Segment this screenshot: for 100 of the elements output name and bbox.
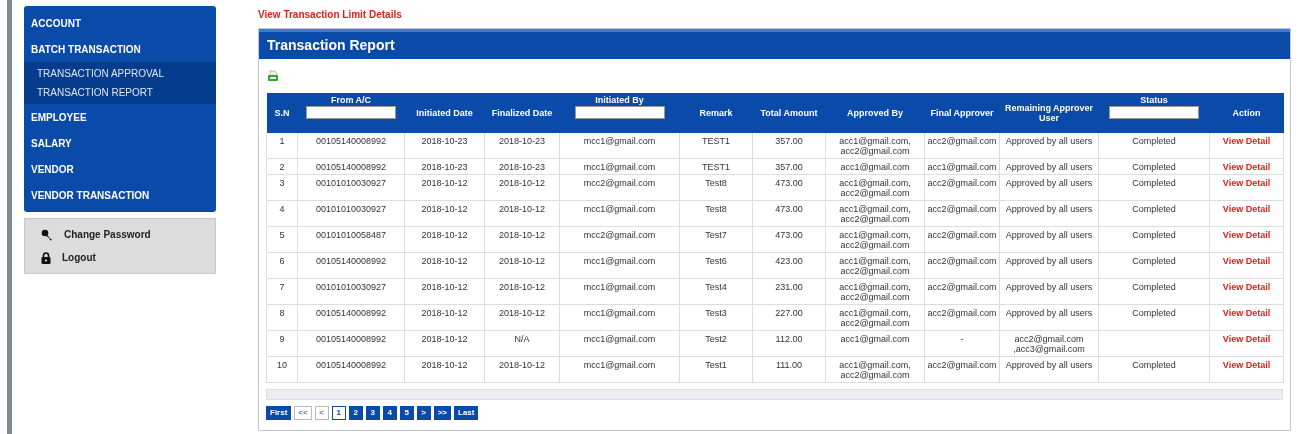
table-cell: 00105140008992 (315, 162, 387, 172)
table-cell: mcc1@gmail.com (583, 308, 656, 318)
column-label: Initiated By (594, 95, 645, 105)
page-button[interactable]: 4 (382, 406, 397, 420)
table-cell: 2018-10-12 (498, 256, 545, 266)
page-button[interactable]: 3 (365, 406, 380, 420)
submenu-item[interactable]: TRANSACTION APPROVAL (24, 64, 216, 83)
menu-item[interactable]: SALARY (24, 130, 216, 156)
horizontal-scrollbar[interactable] (266, 389, 1283, 400)
table-cell: 2018-10-12 (498, 360, 545, 370)
column-label: S.N (273, 108, 291, 118)
table-cell: acc2@gmail.com ,acc3@gmail.com (1013, 334, 1085, 354)
table-cell-text: acc1@gmail.com, acc2@gmail.com (838, 308, 912, 328)
table-cell: 2018-10-23 (421, 136, 468, 146)
view-detail-link[interactable]: View Detail (1222, 178, 1271, 188)
column-label: Approved By (846, 108, 904, 118)
table-cell: acc2@gmail.com (927, 282, 997, 292)
menu-item[interactable]: VENDOR TRANSACTION (24, 182, 216, 208)
table-cell: 2018-10-12 (421, 178, 468, 188)
table-cell-text: acc1@gmail.com, acc2@gmail.com (838, 204, 912, 224)
page-button[interactable]: 2 (348, 406, 363, 420)
page-button[interactable]: Last (454, 406, 479, 420)
account-link[interactable]: Logout (62, 250, 96, 265)
column-label: Initiated Date (415, 108, 474, 118)
table-cell-text: acc1@gmail.com, acc2@gmail.com (838, 136, 912, 156)
view-detail-link[interactable]: View Detail (1222, 162, 1271, 172)
view-detail-link[interactable]: View Detail (1222, 204, 1271, 214)
page-button[interactable]: First (266, 406, 292, 420)
view-detail-link[interactable]: View Detail (1222, 308, 1271, 318)
table-cell: 2018-10-12 (498, 204, 545, 214)
table-cell: 00101010058487 (315, 230, 387, 240)
table-cell: 2018-10-12 (498, 282, 545, 292)
table-cell: Test1 (705, 360, 727, 370)
table-cell: 8 (279, 308, 285, 318)
page-button[interactable]: 1 (331, 406, 346, 420)
filter-field[interactable] (1109, 106, 1199, 119)
table-cell: 357.00 (775, 162, 803, 172)
column-label: Remaining Approver User (1003, 103, 1095, 123)
table-cell: TEST1 (702, 136, 730, 146)
table-cell: Approved by all users (1005, 178, 1093, 188)
table-cell: acc1@gmail.com (840, 162, 910, 172)
menu-item[interactable]: EMPLOYEE (24, 104, 216, 130)
table-cell: 00105140008992 (315, 334, 387, 344)
table-cell: Approved by all users (1005, 204, 1093, 214)
table-cell: mcc1@gmail.com (583, 162, 656, 172)
column-label: From A/C (329, 95, 373, 105)
view-detail-link[interactable]: View Detail (1222, 360, 1271, 370)
table-cell: 2018-10-12 (421, 308, 468, 318)
view-detail-link[interactable]: View Detail (1222, 282, 1271, 292)
table-cell: Approved by all users (1005, 136, 1093, 146)
view-detail-link[interactable]: View Detail (1222, 230, 1271, 240)
table-cell: 227.00 (775, 308, 803, 318)
table-cell: acc1@gmail.com (840, 334, 910, 344)
view-detail-link[interactable]: View Detail (1222, 136, 1271, 146)
table-cell: 2018-10-12 (498, 308, 545, 318)
table-cell: 2018-10-12 (421, 230, 468, 240)
limit-link[interactable]: View Transaction Limit Details (258, 6, 402, 22)
table-cell: Completed (1132, 230, 1176, 240)
table-cell: Approved by all users (1005, 230, 1093, 240)
table-cell: Completed (1132, 256, 1176, 266)
submenu-item[interactable]: TRANSACTION REPORT (24, 83, 216, 102)
table-cell: Test2 (705, 334, 727, 344)
table-cell: acc2@gmail.com (927, 360, 997, 370)
table-cell: Completed (1132, 360, 1176, 370)
table-cell: mcc2@gmail.com (583, 178, 656, 188)
table-cell: mcc1@gmail.com (583, 204, 656, 214)
table-cell: Completed (1132, 282, 1176, 292)
column-label: Finalized Date (490, 108, 554, 118)
table-cell: acc2@gmail.com (927, 256, 997, 266)
page-button[interactable]: > (416, 406, 431, 420)
view-detail-link[interactable]: View Detail (1222, 334, 1271, 344)
table-cell: Test8 (705, 178, 727, 188)
page-button[interactable]: 5 (399, 406, 414, 420)
menu-item[interactable]: BATCH TRANSACTION (24, 36, 216, 62)
table-cell: 00101010030927 (315, 282, 387, 292)
table-cell: 10 (277, 360, 287, 370)
menu-item[interactable]: VENDOR (24, 156, 216, 182)
filter-field[interactable] (306, 106, 396, 119)
table-cell: 3 (279, 178, 285, 188)
table-cell: - (960, 334, 964, 344)
table-cell: Test3 (705, 308, 727, 318)
table-cell: 423.00 (775, 256, 803, 266)
table-cell: mcc1@gmail.com (583, 256, 656, 266)
table-cell-text: acc1@gmail.com, acc2@gmail.com (838, 360, 912, 380)
lock-icon (41, 251, 51, 264)
table-cell: 2 (279, 162, 285, 172)
table-cell: acc2@gmail.com (927, 230, 997, 240)
table-cell: Completed (1132, 204, 1176, 214)
view-detail-link[interactable]: View Detail (1222, 256, 1271, 266)
menu-item[interactable]: ACCOUNT (24, 10, 216, 36)
table-cell: 2018-10-23 (421, 162, 468, 172)
page-button[interactable]: >> (433, 406, 452, 420)
table-cell: Test7 (705, 230, 727, 240)
table-cell: 00101010030927 (315, 204, 387, 214)
table-cell: 2018-10-12 (498, 230, 545, 240)
filter-field[interactable] (574, 106, 665, 119)
table-cell: 7 (279, 282, 285, 292)
table-cell: 1 (279, 136, 285, 146)
table-cell: 357.00 (775, 136, 803, 146)
account-link[interactable]: Change Password (64, 227, 151, 242)
